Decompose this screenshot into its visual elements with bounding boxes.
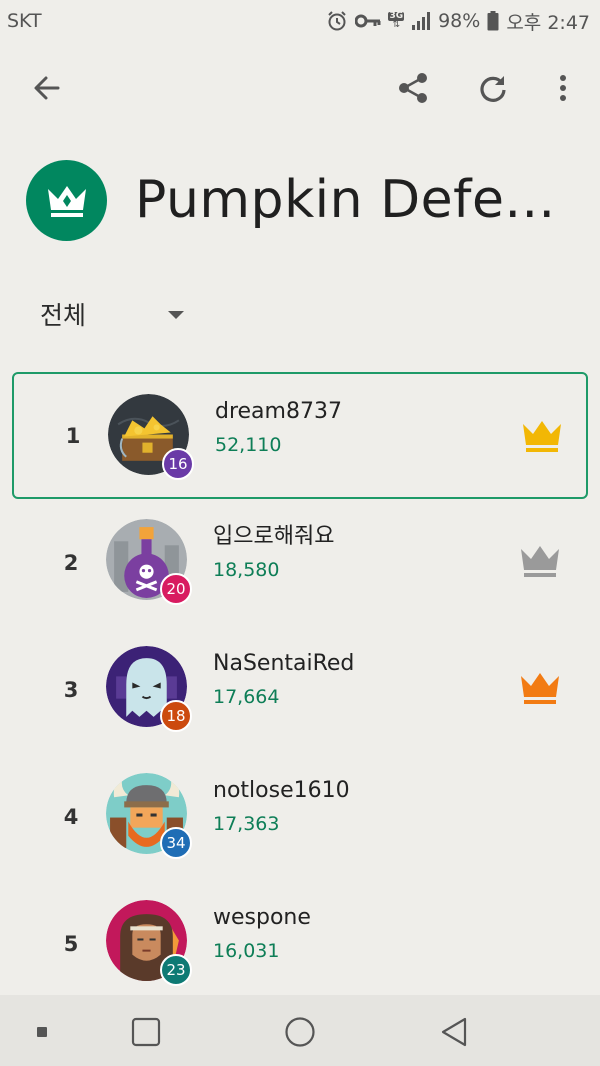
home-circle-icon bbox=[285, 1017, 315, 1047]
player-score: 18,580 bbox=[213, 559, 280, 581]
refresh-icon bbox=[480, 76, 506, 102]
back-button[interactable] bbox=[23, 64, 71, 112]
player-name: dream8737 bbox=[215, 399, 342, 424]
overview-square-icon bbox=[131, 1017, 161, 1047]
player-info: dream8737 52,110 bbox=[215, 396, 342, 460]
more-options-button[interactable] bbox=[539, 64, 587, 112]
rank-number: 2 bbox=[63, 550, 79, 575]
status-icons: 3G ⇅ 98% 오후 2:47 bbox=[326, 8, 590, 35]
recents-dot-icon bbox=[37, 1027, 47, 1037]
key-icon bbox=[355, 13, 381, 29]
player-avatar[interactable]: 20 bbox=[106, 519, 192, 605]
dropdown-caret-icon bbox=[168, 311, 184, 319]
timespan-filter-dropdown[interactable]: 전체 bbox=[40, 294, 190, 334]
player-score: 52,110 bbox=[215, 434, 282, 456]
system-back-button[interactable] bbox=[432, 1010, 476, 1054]
refresh-button[interactable] bbox=[469, 64, 517, 112]
recents-dot-button[interactable] bbox=[20, 1010, 64, 1054]
leaderboard-list: 1 16 dream8737 52,110 2 20 입으로해줘요 18,580… bbox=[12, 372, 588, 1007]
player-name: 입으로해줘요 bbox=[213, 524, 335, 549]
rank-number: 4 bbox=[63, 804, 79, 829]
app-bar bbox=[0, 58, 600, 118]
player-level-badge: 18 bbox=[160, 700, 192, 732]
carrier-label: SKT bbox=[7, 10, 42, 32]
player-avatar[interactable]: 34 bbox=[106, 773, 192, 859]
network-3g-icon: 3G ⇅ bbox=[388, 11, 405, 30]
alarm-icon bbox=[326, 10, 348, 32]
share-icon bbox=[399, 73, 427, 103]
leaderboard-row[interactable]: 1 16 dream8737 52,110 bbox=[12, 372, 588, 499]
crown-icon bbox=[47, 186, 86, 217]
player-level-badge: 16 bbox=[162, 448, 194, 480]
leaderboard-row[interactable]: 4 34 notlose1610 17,363 bbox=[12, 753, 588, 880]
more-vert-icon bbox=[560, 75, 566, 101]
rank-number: 3 bbox=[63, 677, 79, 702]
silver-crown-icon bbox=[521, 546, 559, 577]
player-avatar[interactable]: 18 bbox=[106, 646, 192, 732]
player-level-badge: 20 bbox=[160, 573, 192, 605]
clock: 오후 2:47 bbox=[506, 11, 590, 34]
player-score: 17,363 bbox=[213, 813, 280, 835]
player-name: wespone bbox=[213, 905, 311, 930]
player-info: 입으로해줘요 18,580 bbox=[213, 521, 334, 585]
player-name: NaSentaiRed bbox=[213, 651, 355, 676]
leaderboard-row[interactable]: 5 23 wespone 16,031 bbox=[12, 880, 588, 1007]
player-level-badge: 34 bbox=[160, 827, 192, 859]
leaderboard-row[interactable]: 2 20 입으로해줘요 18,580 bbox=[12, 499, 588, 626]
system-nav-bar bbox=[0, 995, 600, 1066]
filter-selected-label: 전체 bbox=[40, 301, 87, 330]
player-score: 17,664 bbox=[213, 686, 280, 708]
player-avatar[interactable]: 23 bbox=[106, 900, 192, 986]
game-badge bbox=[26, 159, 107, 241]
status-bar: SKT 3G ⇅ 98% 오후 2:47 bbox=[0, 0, 600, 42]
gold-crown-icon bbox=[523, 421, 561, 452]
player-score: 16,031 bbox=[213, 940, 280, 962]
back-triangle-icon bbox=[441, 1017, 467, 1047]
rank-number: 1 bbox=[65, 423, 81, 448]
player-level-badge: 23 bbox=[160, 954, 192, 986]
leaderboard-row[interactable]: 3 18 NaSentaiRed 17,664 bbox=[12, 626, 588, 753]
game-header: Pumpkin Defe... bbox=[26, 158, 586, 242]
player-info: wespone 16,031 bbox=[213, 902, 311, 966]
player-avatar[interactable]: 16 bbox=[108, 394, 194, 480]
bronze-crown-icon bbox=[521, 673, 559, 704]
battery-percent: 98% bbox=[438, 10, 481, 32]
back-arrow-icon bbox=[34, 76, 60, 100]
overview-button[interactable] bbox=[124, 1010, 168, 1054]
share-button[interactable] bbox=[389, 64, 437, 112]
battery-icon bbox=[487, 11, 499, 31]
player-name: notlose1610 bbox=[213, 778, 350, 803]
signal-icon bbox=[411, 11, 431, 31]
player-info: notlose1610 17,363 bbox=[213, 775, 350, 839]
rank-number: 5 bbox=[63, 931, 79, 956]
page-title: Pumpkin Defe... bbox=[135, 170, 556, 230]
home-button[interactable] bbox=[278, 1010, 322, 1054]
player-info: NaSentaiRed 17,664 bbox=[213, 648, 354, 712]
